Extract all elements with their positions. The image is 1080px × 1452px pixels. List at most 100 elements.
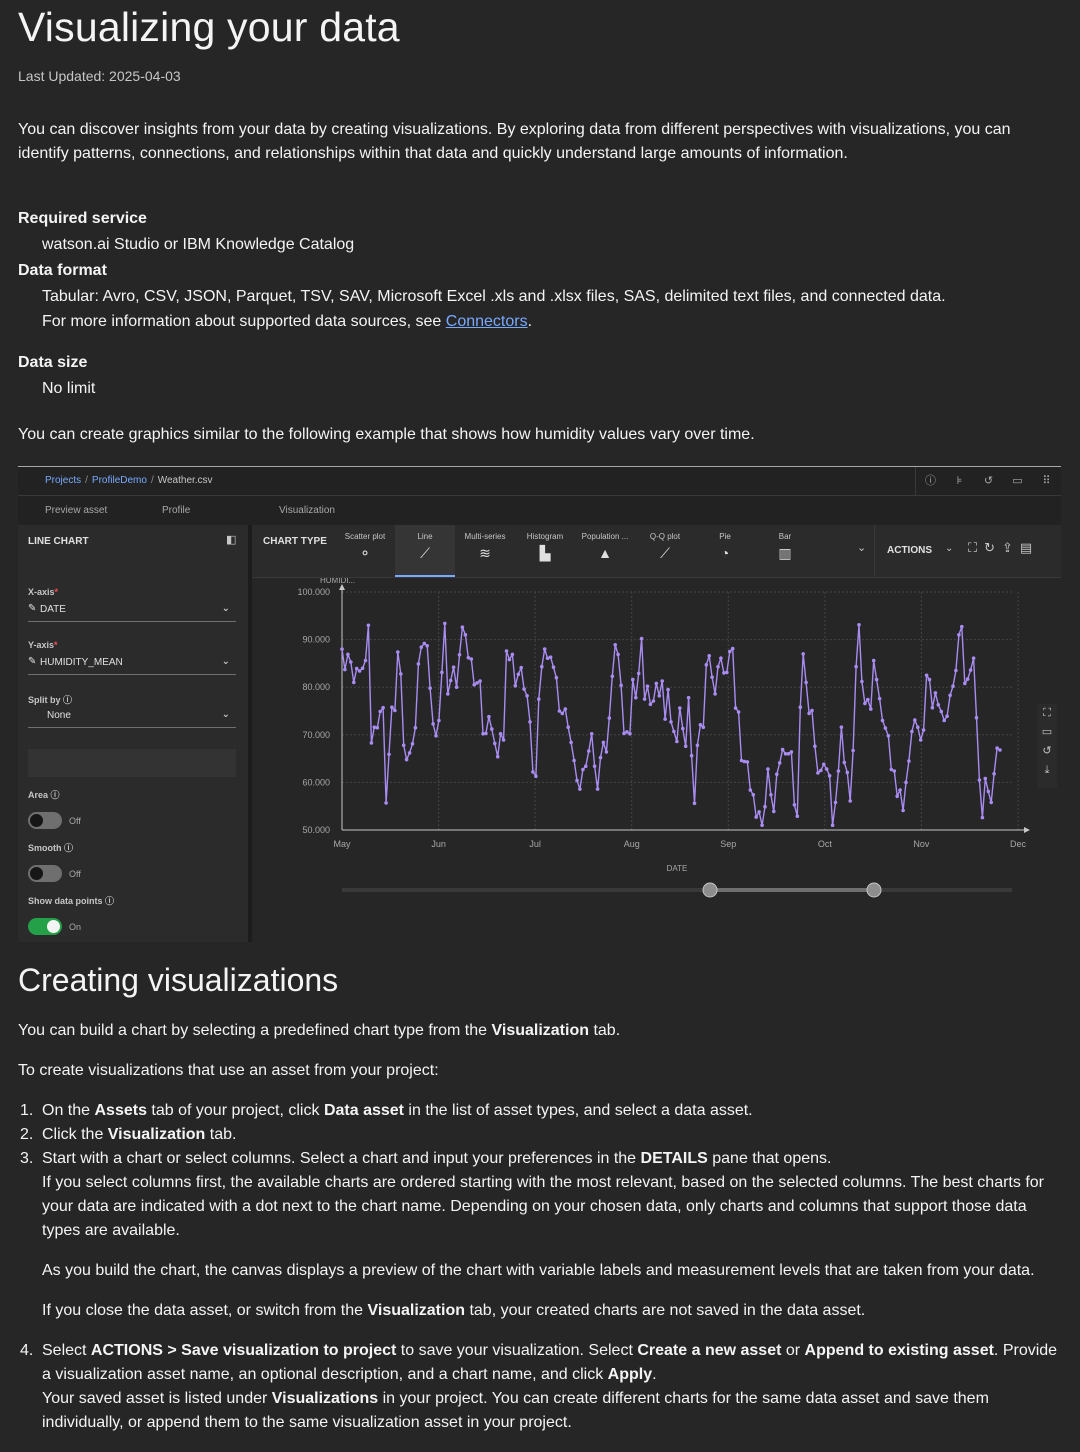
data-point: [707, 654, 711, 658]
chart-type-population[interactable]: Population ... ▲: [575, 525, 635, 577]
list-number: 4.: [20, 1342, 34, 1359]
more-chart-types-icon[interactable]: ⌄: [857, 541, 866, 554]
data-point: [716, 664, 720, 669]
data-point: [607, 716, 612, 720]
x-tick-label: Oct: [818, 839, 833, 849]
chart-type-scatter[interactable]: Scatter plot ⚬: [335, 525, 395, 577]
crop-icon[interactable]: ⛶: [1037, 704, 1057, 723]
data-point: [924, 673, 929, 678]
data-point: [745, 760, 750, 764]
data-point: [419, 645, 424, 649]
data-point: [960, 624, 964, 629]
data-point: [384, 801, 388, 805]
data-point: [839, 725, 844, 729]
breadcrumb-project[interactable]: ProfileDemo: [92, 475, 147, 486]
chart-type-multi-series[interactable]: Multi-series ≋: [455, 525, 515, 577]
data-point: [760, 823, 764, 827]
step-bold: Data asset: [323, 1102, 404, 1119]
comment-icon[interactable]: ▭: [1003, 467, 1032, 495]
reset-icon[interactable]: ↺: [1037, 742, 1057, 761]
chart-type-name: Multi-series: [464, 532, 506, 541]
edit-chart-icon[interactable]: ⛶: [968, 540, 977, 556]
grid-icon[interactable]: ⠿: [1032, 467, 1061, 495]
tab-visualization[interactable]: Visualization: [279, 505, 335, 516]
tab-profile[interactable]: Profile: [162, 505, 190, 516]
secondary-select[interactable]: [28, 749, 236, 777]
chart-type-qq[interactable]: Q-Q plot ⟋: [635, 525, 695, 577]
info-icon[interactable]: ⓘ: [63, 695, 72, 705]
chart-type-histogram[interactable]: Histogram ▙: [515, 525, 575, 577]
data-point: [487, 714, 491, 719]
data-point: [581, 767, 585, 772]
data-point: [372, 725, 377, 729]
data-point: [930, 705, 935, 710]
info-icon[interactable]: ⓘ: [916, 467, 945, 495]
chart-type-pie[interactable]: Pie ◔: [695, 525, 755, 577]
data-point: [701, 725, 706, 729]
data-point: [592, 764, 597, 768]
data-point: [399, 672, 403, 676]
data-point: [669, 720, 673, 724]
data-point: [413, 725, 418, 730]
data-point: [957, 633, 961, 637]
data-point: [748, 788, 753, 792]
p1-text: You can build a chart by selecting a pre…: [18, 1022, 492, 1039]
data-point: [854, 664, 858, 669]
range-slider-handle-start[interactable]: [702, 882, 718, 898]
data-point: [816, 771, 820, 775]
download-icon[interactable]: ⤓: [1037, 761, 1057, 780]
data-point: [892, 769, 897, 773]
step-detail: As you build the chart, the canvas displ…: [42, 1262, 1035, 1279]
section-paragraph-2: To create visualizations that use an ass…: [18, 1062, 439, 1079]
chart-type-name: Line: [417, 532, 433, 541]
collapse-panel-icon[interactable]: ◧: [226, 533, 236, 546]
data-point: [498, 732, 503, 736]
data-point: [904, 780, 908, 785]
area-toggle[interactable]: [28, 812, 62, 829]
data-point: [443, 621, 447, 626]
data-point: [601, 740, 606, 745]
chart-type-bar[interactable]: Bar ▥: [755, 525, 815, 577]
y-axis-select[interactable]: ✎ HUMIDITY_MEAN ⌄: [28, 654, 236, 675]
step-line: Start with a chart or select columns. Se…: [42, 1147, 1062, 1171]
split-by-value: None: [47, 710, 71, 721]
split-by-select[interactable]: None ⌄: [28, 707, 236, 728]
chart-type-line[interactable]: Line ⟋: [395, 525, 455, 577]
info-icon[interactable]: ⓘ: [64, 843, 73, 853]
y-axis-label-text: Y-axis: [28, 640, 55, 650]
data-point: [918, 738, 923, 742]
range-slider-handle-end[interactable]: [866, 882, 882, 898]
history-icon[interactable]: ↺: [974, 467, 1003, 495]
data-point: [346, 652, 350, 657]
connectors-link[interactable]: Connectors: [446, 313, 528, 330]
step-text: If you close the data asset, or switch f…: [42, 1302, 368, 1319]
data-point: [343, 667, 347, 672]
lineage-icon[interactable]: ⊧: [945, 467, 974, 495]
step-text: or: [781, 1342, 805, 1359]
smooth-toggle[interactable]: [28, 865, 62, 882]
data-point: [589, 732, 594, 736]
required-marker: *: [54, 587, 59, 597]
data-point: [804, 680, 808, 685]
population-pyramid-icon: ▲: [598, 545, 612, 561]
data-point: [916, 725, 920, 729]
show-points-toggle[interactable]: [28, 918, 62, 935]
info-icon[interactable]: ⓘ: [105, 896, 114, 906]
x-axis-select[interactable]: ✎ DATE ⌄: [28, 601, 236, 622]
upload-icon[interactable]: ⇪: [1002, 540, 1013, 556]
select-icon[interactable]: ▭: [1037, 723, 1057, 742]
chart-canvas: 50.000 60.000 70.000 80.000 90.000 100.000 May…: [252, 576, 1061, 942]
actions-label: ACTIONS: [887, 545, 932, 556]
refresh-icon[interactable]: ↻: [984, 540, 995, 556]
data-point: [907, 759, 911, 763]
step-text: Start with a chart or select columns. Se…: [42, 1150, 641, 1167]
p1-bold: Visualization: [491, 1022, 589, 1039]
line-chart[interactable]: 50.000 60.000 70.000 80.000 90.000 100.000 May…: [252, 576, 1061, 942]
tab-preview-asset[interactable]: Preview asset: [45, 505, 107, 516]
info-icon[interactable]: ⓘ: [51, 790, 60, 800]
actions-menu[interactable]: ACTIONS ⌄: [874, 525, 963, 577]
data-point: [971, 656, 976, 660]
breadcrumb-projects[interactable]: Projects: [45, 475, 81, 486]
section-title: Creating visualizations: [18, 962, 339, 998]
save-icon[interactable]: ▤: [1020, 540, 1032, 556]
